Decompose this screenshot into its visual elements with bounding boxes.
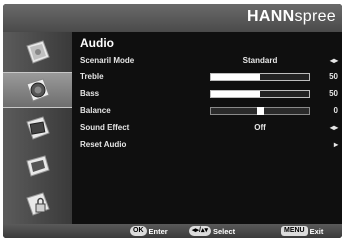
hint-enter: OK Enter — [130, 226, 168, 236]
sidebar-item-setup[interactable] — [3, 148, 72, 184]
row-value: Off — [254, 123, 266, 132]
picture-icon — [25, 40, 50, 64]
osd-panel: HANNspree Audio Scenaril Mode Standard ◂… — [3, 4, 342, 238]
menu-row-balance[interactable]: Balance 0 — [80, 104, 338, 118]
row-value: 0 — [333, 106, 338, 115]
enter-label: Enter — [148, 226, 168, 236]
category-sidebar — [3, 32, 72, 224]
treble-slider[interactable] — [210, 73, 310, 81]
screen-icon — [25, 116, 50, 140]
parental-lock-icon — [25, 192, 50, 216]
hint-select: ◂▸/▴▾ Select — [189, 226, 235, 236]
audio-menu: Audio Scenaril Mode Standard ◂▸ Treble 5… — [72, 32, 342, 224]
nav-keys-icon: ◂▸/▴▾ — [189, 226, 211, 236]
brand-bar: HANNspree — [3, 4, 342, 32]
hint-exit: MENU Exit — [281, 226, 323, 236]
row-value: Standard — [242, 56, 278, 65]
row-label: Treble — [80, 72, 104, 81]
speaker-icon — [25, 78, 50, 102]
left-right-arrows-icon[interactable]: ◂▸ — [330, 123, 338, 132]
row-label: Scenaril Mode — [80, 56, 135, 65]
ok-key-icon: OK — [130, 226, 147, 236]
row-value: 50 — [329, 72, 338, 81]
select-label: Select — [213, 226, 236, 236]
row-label: Bass — [80, 89, 100, 98]
balance-knob[interactable] — [256, 107, 264, 115]
sidebar-item-picture[interactable] — [3, 34, 72, 70]
sidebar-item-screen[interactable] — [3, 110, 72, 146]
menu-row-bass[interactable]: Bass 50 — [80, 87, 338, 101]
sidebar-item-lock[interactable] — [3, 186, 72, 222]
menu-row-reset-audio[interactable]: Reset Audio ▸ — [80, 138, 338, 152]
key-hint-bar: OK Enter ◂▸/▴▾ Select MENU Exit — [3, 224, 342, 238]
tv-setup-icon — [25, 155, 50, 177]
row-label: Balance — [80, 106, 111, 115]
row-label: Reset Audio — [80, 140, 127, 149]
row-value: 50 — [329, 89, 338, 98]
brand-logo: HANNspree — [247, 8, 336, 25]
row-label: Sound Effect — [80, 123, 130, 132]
balance-slider[interactable] — [210, 107, 310, 115]
sidebar-item-audio[interactable] — [3, 72, 72, 108]
bass-slider[interactable] — [210, 90, 310, 98]
right-arrow-icon[interactable]: ▸ — [334, 140, 338, 149]
left-right-arrows-icon[interactable]: ◂▸ — [330, 56, 338, 65]
menu-row-sound-effect[interactable]: Sound Effect Off ◂▸ — [80, 121, 338, 135]
exit-label: Exit — [309, 226, 324, 236]
menu-row-scenario-mode[interactable]: Scenaril Mode Standard ◂▸ — [80, 54, 338, 68]
menu-key-icon: MENU — [281, 226, 308, 236]
page-title: Audio — [80, 36, 114, 50]
menu-row-treble[interactable]: Treble 50 — [80, 70, 338, 84]
